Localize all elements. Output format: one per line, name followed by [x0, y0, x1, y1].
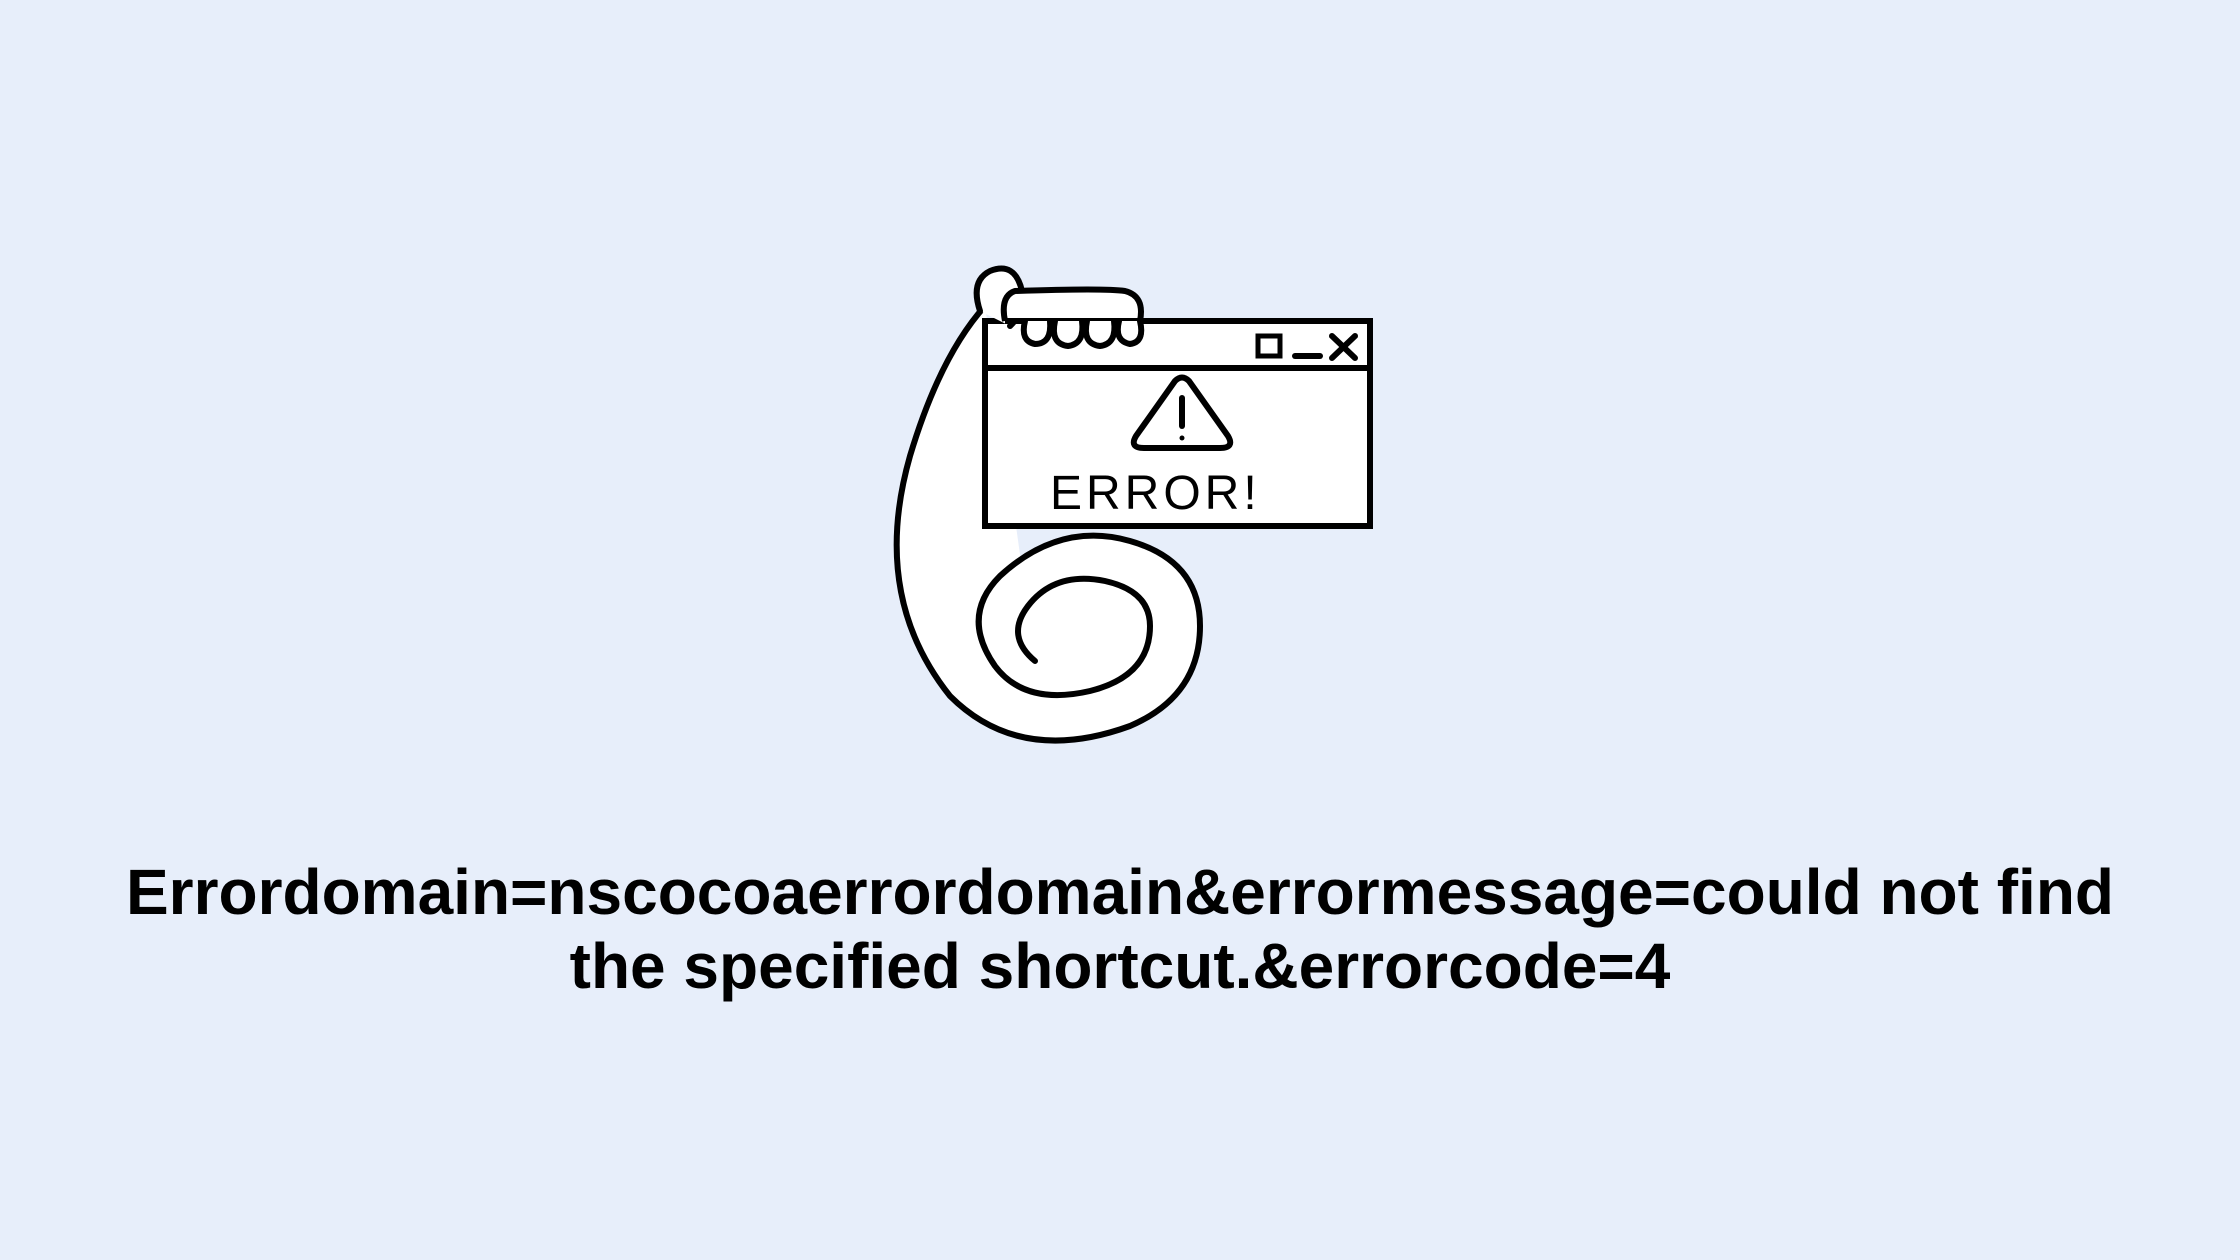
error-message-text: Errordomain=nscocoaerrordomain&errormess… — [70, 856, 2170, 1003]
error-window-label: ERROR! — [1050, 466, 1261, 521]
error-illustration: ERROR! — [840, 256, 1400, 756]
error-page-content: ERROR! Errordomain=nscocoaerrordomain&er… — [70, 256, 2170, 1003]
